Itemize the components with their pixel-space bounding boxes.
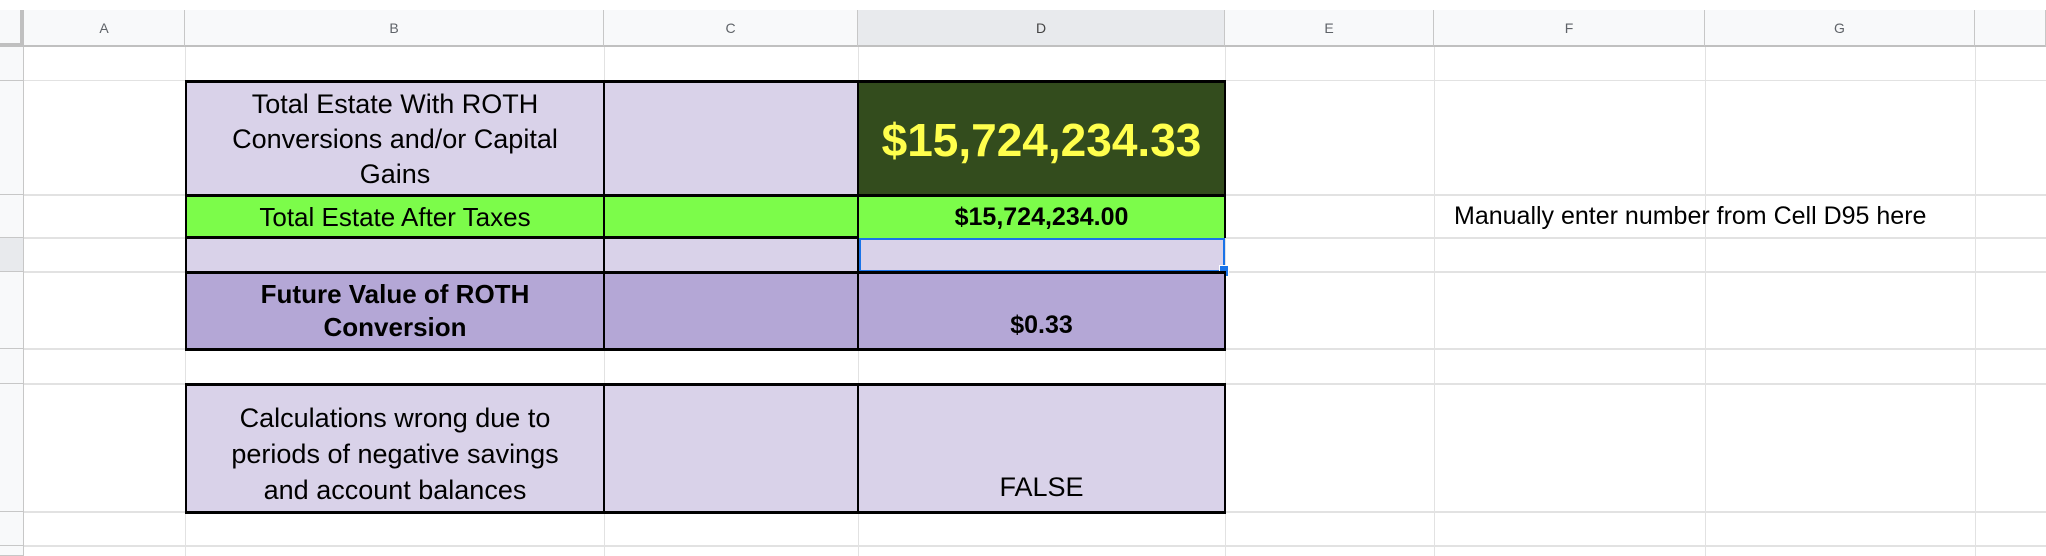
row-header-4[interactable] bbox=[0, 238, 24, 272]
cell-b3[interactable]: Total Estate After Taxes bbox=[185, 194, 605, 238]
cell-b2[interactable]: Total Estate With ROTH Conversions and/o… bbox=[185, 80, 605, 196]
gridline bbox=[1975, 47, 1976, 556]
row-header-6[interactable] bbox=[0, 349, 24, 384]
cell-c7[interactable] bbox=[605, 383, 859, 514]
cell-b7[interactable]: Calculations wrong due to periods of neg… bbox=[185, 383, 605, 514]
gridline bbox=[1434, 47, 1435, 556]
column-header-e[interactable]: E bbox=[1225, 10, 1434, 47]
row-header-5[interactable] bbox=[0, 272, 24, 349]
select-all-corner[interactable] bbox=[0, 10, 24, 47]
cell-d3-value: $15,724,234.00 bbox=[954, 203, 1129, 231]
cell-b2-text: Total Estate With ROTH Conversions and/o… bbox=[232, 89, 558, 189]
column-header-d[interactable]: D bbox=[858, 10, 1225, 47]
cell-c2[interactable] bbox=[605, 80, 859, 196]
cell-d4-selected[interactable] bbox=[859, 238, 1225, 272]
column-header-b[interactable]: B bbox=[185, 10, 604, 47]
column-header-g[interactable]: G bbox=[1705, 10, 1975, 47]
row-header-8[interactable] bbox=[0, 512, 24, 546]
column-header-f[interactable]: F bbox=[1434, 10, 1705, 47]
column-header-h[interactable] bbox=[1975, 10, 2046, 47]
cell-b4[interactable] bbox=[185, 236, 605, 273]
cell-c3[interactable] bbox=[605, 194, 859, 238]
cell-d5-value: $0.33 bbox=[1010, 311, 1073, 339]
gridline bbox=[24, 545, 2046, 547]
column-header-c[interactable]: C bbox=[604, 10, 858, 47]
row-header-1[interactable] bbox=[0, 47, 24, 81]
cell-b5-text: Future Value of ROTH Conversion bbox=[260, 279, 530, 342]
row-header-2[interactable] bbox=[0, 81, 24, 195]
cell-b7-text: Calculations wrong due to periods of neg… bbox=[231, 402, 559, 505]
cell-c4[interactable] bbox=[605, 236, 859, 273]
cell-d5[interactable]: $0.33 bbox=[859, 271, 1226, 351]
cell-c5[interactable] bbox=[605, 271, 859, 351]
cell-f3-text: Manually enter number from Cell D95 here bbox=[1454, 202, 1927, 230]
cell-f3[interactable]: Manually enter number from Cell D95 here bbox=[1434, 195, 2034, 238]
row-header-9[interactable] bbox=[0, 546, 24, 556]
row-header-3[interactable] bbox=[0, 195, 24, 238]
cell-d2-value: $15,724,234.33 bbox=[881, 113, 1202, 166]
gridline bbox=[1705, 47, 1706, 556]
cell-b3-text: Total Estate After Taxes bbox=[259, 202, 531, 232]
cell-d3[interactable]: $15,724,234.00 bbox=[859, 194, 1226, 238]
cell-d7[interactable]: FALSE bbox=[859, 383, 1226, 514]
cell-d7-value: FALSE bbox=[999, 472, 1084, 502]
column-header-a[interactable]: A bbox=[24, 10, 185, 47]
row-header-7[interactable] bbox=[0, 384, 24, 512]
cell-d2[interactable]: $15,724,234.33 bbox=[859, 80, 1226, 196]
cell-b5[interactable]: Future Value of ROTH Conversion bbox=[185, 271, 605, 351]
